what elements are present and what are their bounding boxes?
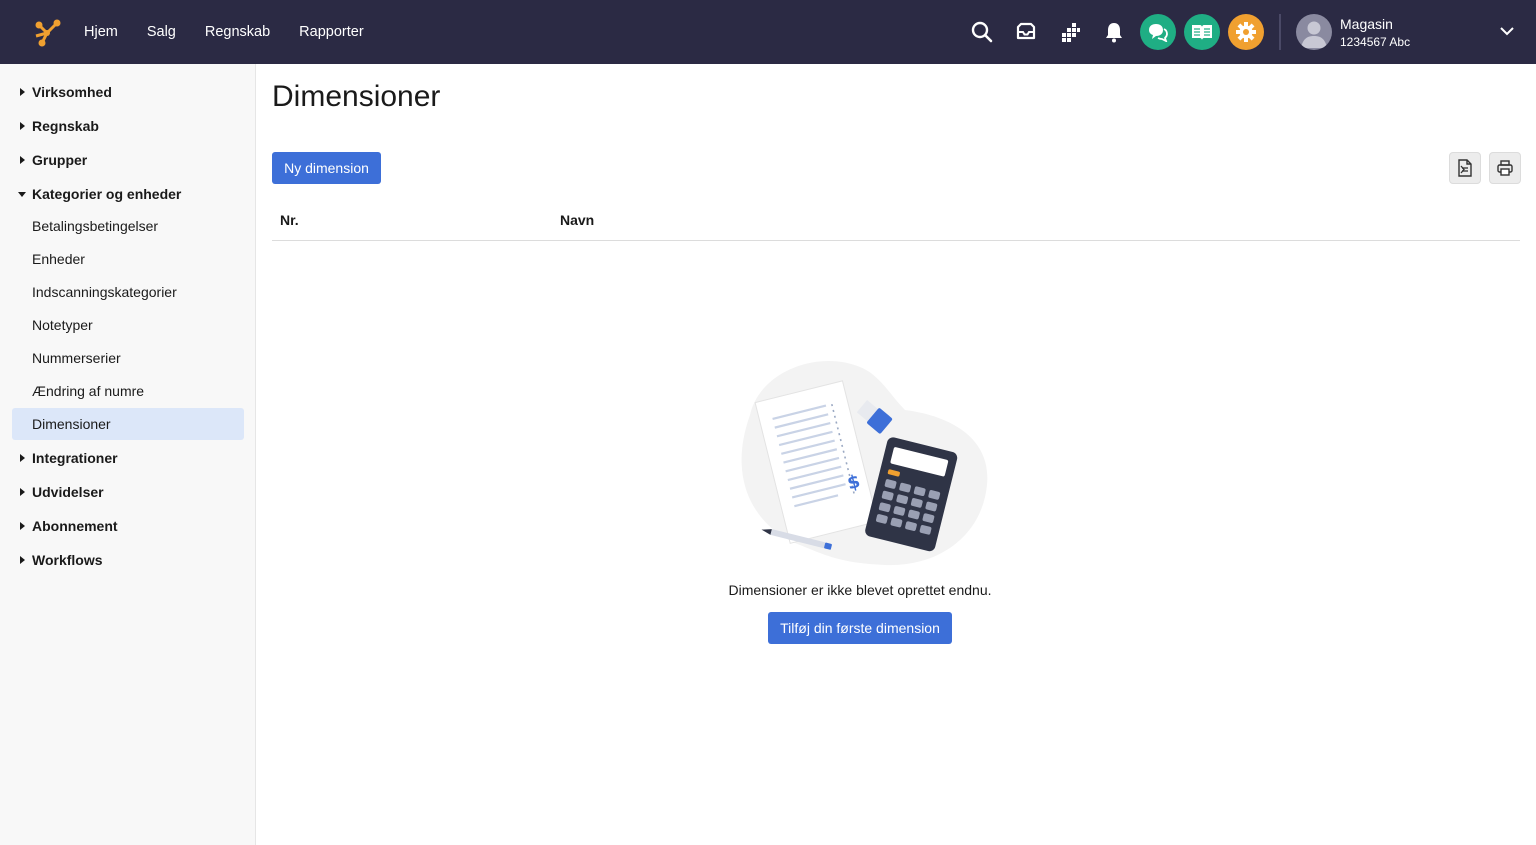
user-account-id: 1234567 Abc: [1340, 35, 1411, 49]
sidebar-group-label: Udvidelser: [32, 484, 104, 500]
sidebar-item-label: Betalingsbetingelser: [32, 218, 159, 234]
column-header-navn[interactable]: Navn: [560, 212, 594, 228]
nav-hjem[interactable]: Hjem: [84, 24, 118, 40]
sidebar-group-udvidelser[interactable]: Udvidelser: [12, 476, 244, 508]
sidebar-item-label: Indscanningskategorier: [32, 284, 177, 300]
sidebar-group-label: Regnskab: [32, 118, 99, 134]
sidebar-item-aendring-af-numre[interactable]: Ændring af numre: [12, 375, 244, 407]
book-icon[interactable]: [1184, 14, 1220, 50]
caret-right-icon: [20, 122, 25, 130]
sidebar-item-label: Nummerserier: [32, 350, 121, 366]
sidebar-group-kategorier-og-enheder[interactable]: Kategorier og enheder: [12, 178, 244, 210]
empty-state-message: Dimensioner er ikke blevet oprettet endn…: [728, 582, 992, 598]
sidebar-item-notetyper[interactable]: Notetyper: [12, 309, 244, 341]
caret-right-icon: [20, 88, 25, 96]
empty-state-illustration: $: [741, 360, 988, 566]
sidebar-group-grupper[interactable]: Grupper: [12, 144, 244, 176]
caret-right-icon: [20, 488, 25, 496]
caret-right-icon: [20, 454, 25, 462]
export-file-icon: [1458, 159, 1472, 177]
avatar: [1296, 14, 1332, 50]
sidebar-item-betalingsbetingelser[interactable]: Betalingsbetingelser: [12, 210, 244, 242]
nav-regnskab[interactable]: Regnskab: [205, 24, 270, 40]
caret-right-icon: [20, 556, 25, 564]
sidebar-group-abonnement[interactable]: Abonnement: [12, 510, 244, 542]
sidebar-item-label: Notetyper: [32, 317, 93, 333]
sidebar-group-regnskab[interactable]: Regnskab: [12, 110, 244, 142]
chat-icon[interactable]: [1140, 14, 1176, 50]
caret-down-icon: [18, 192, 26, 197]
nav-salg[interactable]: Salg: [147, 24, 176, 40]
nav-rapporter[interactable]: Rapporter: [299, 24, 363, 40]
chevron-down-icon[interactable]: [1500, 26, 1514, 36]
page-title: Dimensioner: [272, 80, 441, 113]
sidebar-item-dimensioner[interactable]: Dimensioner: [12, 408, 244, 440]
column-header-nr[interactable]: Nr.: [280, 212, 299, 228]
logo-icon[interactable]: [30, 16, 62, 48]
sidebar-item-nummerserier[interactable]: Nummerserier: [12, 342, 244, 374]
printer-icon: [1497, 160, 1513, 176]
caret-right-icon: [20, 522, 25, 530]
sidebar-group-label: Workflows: [32, 552, 103, 568]
export-button[interactable]: [1449, 152, 1481, 184]
search-icon[interactable]: [964, 14, 1000, 50]
sidebar-item-enheder[interactable]: Enheder: [12, 243, 244, 275]
caret-right-icon: [20, 156, 25, 164]
main-nav: Hjem Salg Regnskab Rapporter: [84, 0, 393, 64]
sidebar-group-label: Grupper: [32, 152, 88, 168]
sidebar-group-workflows[interactable]: Workflows: [12, 544, 244, 576]
sidebar-item-label: Ændring af numre: [32, 383, 145, 399]
sidebar-group-label: Abonnement: [32, 518, 118, 534]
sidebar-group-label: Integrationer: [32, 450, 118, 466]
inbox-icon[interactable]: [1008, 14, 1044, 50]
bell-icon[interactable]: [1096, 14, 1132, 50]
user-menu[interactable]: Magasin 1234567 Abc: [1296, 14, 1520, 50]
apps-grid-icon[interactable]: [1052, 14, 1088, 50]
add-first-dimension-button[interactable]: Tilføj din første dimension: [768, 612, 952, 644]
user-name: Magasin: [1340, 16, 1393, 32]
sidebar-item-label: Enheder: [32, 251, 85, 267]
settings-sidebar: Virksomhed Regnskab Grupper Kategorier o…: [0, 64, 256, 845]
sidebar-group-virksomhed[interactable]: Virksomhed: [12, 76, 244, 108]
top-navbar: Hjem Salg Regnskab Rapporter Magasin 123…: [0, 0, 1536, 64]
sidebar-item-indscanningskategorier[interactable]: Indscanningskategorier: [12, 276, 244, 308]
print-button[interactable]: [1489, 152, 1521, 184]
table-header-divider: [272, 240, 1520, 241]
new-dimension-button[interactable]: Ny dimension: [272, 152, 381, 184]
sidebar-group-label: Virksomhed: [32, 84, 112, 100]
topbar-divider: [1279, 14, 1281, 50]
sidebar-group-label: Kategorier og enheder: [32, 186, 182, 202]
sidebar-group-integrationer[interactable]: Integrationer: [12, 442, 244, 474]
sidebar-item-label: Dimensioner: [32, 416, 111, 432]
gear-icon[interactable]: [1228, 14, 1264, 50]
